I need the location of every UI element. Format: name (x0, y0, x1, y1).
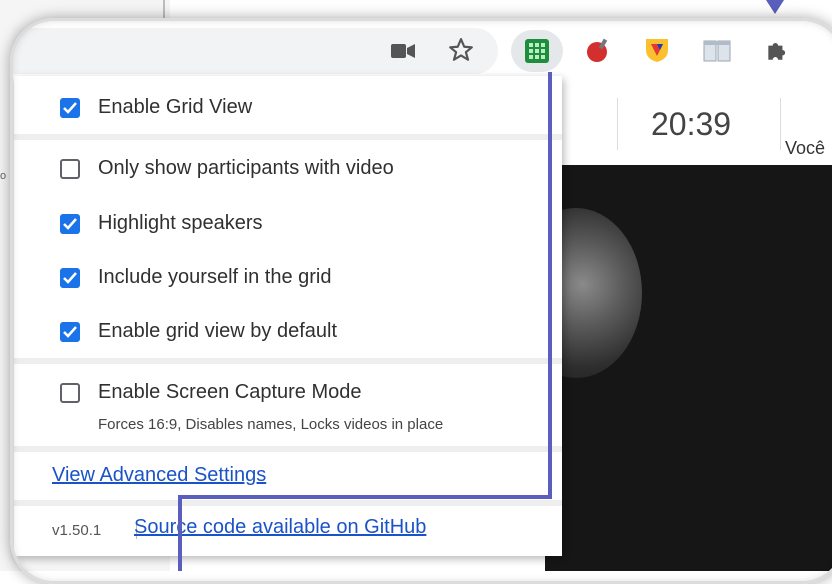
background-text: o (0, 170, 7, 182)
option-enable-grid-view[interactable]: Enable Grid View (60, 96, 252, 119)
grid-extension-icon[interactable] (523, 37, 551, 65)
meet-divider (617, 98, 618, 150)
option-only-video[interactable]: Only show participants with video (60, 157, 394, 180)
shield-extension-icon[interactable] (643, 36, 671, 64)
checkbox-unchecked[interactable] (60, 158, 80, 179)
annotation-line (548, 72, 552, 499)
meet-clock: 20:39 (651, 106, 732, 142)
apple-extension-icon[interactable] (584, 36, 612, 64)
annotation-line (178, 495, 182, 571)
checkbox-checked[interactable] (60, 267, 80, 288)
annotation-arrow (766, 0, 784, 14)
option-label: Include yourself in the grid (98, 266, 332, 288)
grid-view-popup: Enable Grid View Only show participants … (14, 76, 562, 556)
checkbox-checked[interactable] (60, 321, 80, 342)
meet-divider (780, 98, 781, 150)
option-label: Highlight speakers (98, 212, 263, 234)
section-divider (14, 134, 562, 140)
check-icon (63, 101, 77, 114)
screen-capture-hint: Forces 16:9, Disables names, Locks video… (98, 416, 444, 433)
section-divider (14, 500, 562, 506)
annotation-line (178, 495, 552, 499)
section-divider (14, 358, 562, 364)
check-icon (63, 325, 77, 338)
check-icon (63, 271, 77, 284)
check-icon (63, 217, 77, 230)
meet-self-label[interactable]: Você (785, 138, 825, 159)
version-label: v1.50.1 (52, 522, 102, 539)
option-grid-default[interactable]: Enable grid view by default (60, 320, 337, 343)
background-edge (163, 0, 165, 20)
columns-extension-icon[interactable] (703, 37, 731, 65)
option-label: Enable grid view by default (98, 320, 338, 342)
option-label: Enable Grid View (98, 96, 253, 118)
camera-icon[interactable] (389, 37, 417, 65)
puzzle-icon[interactable] (763, 36, 791, 64)
option-screen-capture[interactable]: Enable Screen Capture Mode (60, 381, 362, 404)
address-bar[interactable] (13, 28, 498, 74)
view-advanced-settings-link[interactable]: View Advanced Settings (52, 464, 266, 487)
checkbox-unchecked[interactable] (60, 382, 80, 403)
section-divider (14, 446, 562, 452)
option-label: Enable Screen Capture Mode (98, 381, 362, 403)
option-label: Only show participants with video (98, 157, 394, 179)
checkbox-checked[interactable] (60, 97, 80, 118)
checkbox-checked[interactable] (60, 213, 80, 234)
option-include-yourself[interactable]: Include yourself in the grid (60, 266, 331, 289)
option-highlight-speakers[interactable]: Highlight speakers (60, 212, 263, 235)
star-icon[interactable] (447, 36, 475, 64)
